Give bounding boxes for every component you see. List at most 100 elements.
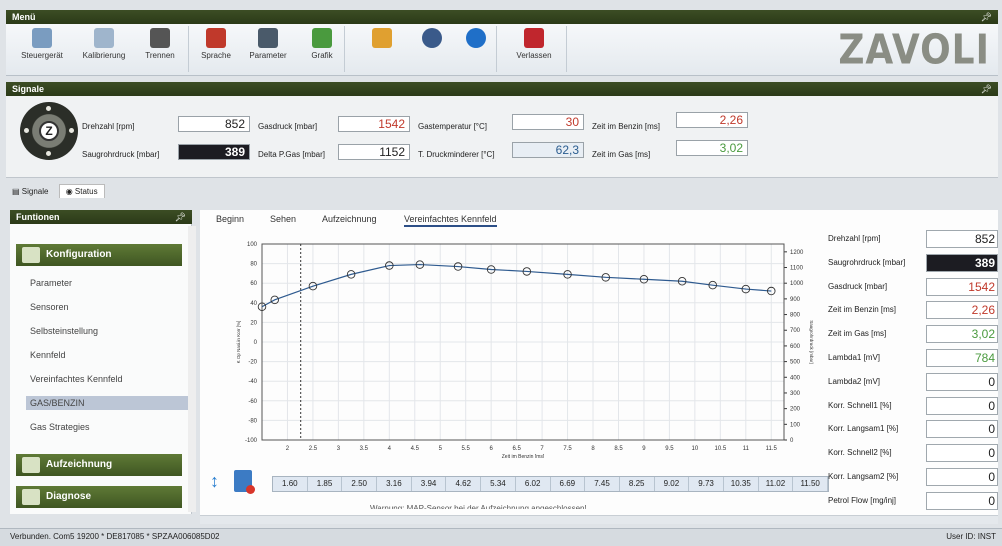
breakpoint-cell[interactable]: 8.25: [620, 477, 655, 491]
live-value-label: Zeit im Benzin [ms]: [828, 305, 897, 315]
sidebar-item-gas-benzin[interactable]: GAS/BENZIN: [26, 396, 188, 410]
ribbon-separator: [188, 26, 189, 72]
breakpoint-cell[interactable]: 1.60: [273, 477, 308, 491]
grafik-button[interactable]: Grafik: [300, 28, 344, 60]
sidebar-item-kennfeld[interactable]: Kennfeld: [30, 350, 66, 360]
ribbon-button-label: Verlassen: [516, 51, 552, 60]
pin-icon[interactable]: 📌︎: [175, 210, 186, 224]
live-value-row: Petrol Flow [mg/inj] 0: [828, 491, 998, 510]
pin-icon[interactable]: 📌︎: [981, 10, 992, 24]
breakpoint-cell[interactable]: 11.50: [793, 477, 828, 491]
live-value-label: Korr. Langsam2 [%]: [828, 472, 899, 481]
breakpoint-cell[interactable]: 11.02: [759, 477, 794, 491]
ribbon-separator: [496, 26, 497, 72]
steuergert-button[interactable]: Steuergerät: [20, 28, 64, 60]
tab-vereinfachtes-kennfeld[interactable]: Vereinfachtes Kennfeld: [404, 214, 497, 227]
tab-beginn[interactable]: Beginn: [216, 214, 244, 224]
diagnose-icon: [22, 489, 40, 505]
parameter-button[interactable]: Parameter: [246, 28, 290, 60]
group-aufzeichnung[interactable]: Aufzeichnung: [16, 454, 182, 476]
live-value-row: Lambda1 [mV] 784: [828, 349, 998, 367]
breakpoint-cell[interactable]: 9.73: [689, 477, 724, 491]
y2-tick-label: 900: [790, 297, 801, 303]
breakpoint-cell[interactable]: 10.35: [724, 477, 759, 491]
x-tick-label: 9.5: [665, 446, 674, 452]
chart-svg: 2 2.5 3 3.5 4 4.5 5 5.5 6 6.5 7 7.5 8 8.5 9 9.5 10 10.5 11…: [236, 242, 814, 460]
sidebar-item-selbsteinstellung[interactable]: Selbsteinstellung: [30, 326, 98, 336]
y2-axis-label: Saugrohrdruck [mbar]: [809, 320, 814, 364]
breakpoint-cell[interactable]: 3.94: [412, 477, 447, 491]
updown-arrows-icon[interactable]: ↕: [210, 470, 222, 492]
book-button[interactable]: [360, 28, 404, 51]
breakpoint-cell[interactable]: 7.45: [585, 477, 620, 491]
tab-sehen[interactable]: Sehen: [270, 214, 296, 224]
trennen-button[interactable]: Trennen: [138, 28, 182, 60]
y2-tick-label: 400: [790, 375, 801, 381]
sidebar-item-sensoren[interactable]: Sensoren: [30, 302, 69, 312]
tab-status[interactable]: ◉ Status: [58, 184, 105, 198]
signale-titlebar: Signale 📌︎: [6, 82, 998, 96]
info-button[interactable]: [454, 28, 498, 51]
ribbon-separator: [344, 26, 345, 72]
sidebar-scrollbar[interactable]: [188, 226, 196, 512]
pin-icon[interactable]: 📌︎: [981, 82, 992, 96]
verlassen-button[interactable]: Verlassen: [512, 28, 556, 60]
y-tick-label: 60: [250, 281, 257, 287]
breakpoint-cell[interactable]: 3.16: [377, 477, 412, 491]
live-value: 0: [926, 491, 998, 510]
group-label: Konfiguration: [46, 249, 112, 260]
main-content: 2 2.5 3 3.5 4 4.5 5 5.5 6 6.5 7 7.5 8 8.5 9 9.5 10 10.5 11…: [200, 210, 998, 515]
signal-label: T. Druckminderer [°C]: [418, 150, 495, 159]
x-tick-label: 2.5: [309, 446, 318, 452]
document-delete-icon[interactable]: [234, 470, 255, 494]
ribbon-button-label: Steuergerät: [21, 51, 63, 60]
signal-label: Delta P.Gas [mbar]: [258, 150, 325, 159]
x-tick-label: 5.5: [462, 446, 471, 452]
sidebar-item-parameter[interactable]: Parameter: [30, 278, 72, 288]
live-value: 1542: [926, 277, 998, 296]
signal-label: Zeit im Gas [ms]: [592, 150, 651, 159]
signal-value: 852: [178, 116, 250, 132]
tab-signale[interactable]: ▤ Signale: [6, 185, 54, 198]
kennfeld-chart[interactable]: 2 2.5 3 3.5 4 4.5 5 5.5 6 6.5 7 7.5 8 8.5 9 9.5 10 10.5 11…: [228, 228, 818, 460]
status-bar: Verbunden. Com5 19200 * DE817085 * SPZAA…: [0, 528, 1002, 546]
live-value: 2,26: [926, 301, 998, 320]
group-label: Aufzeichnung: [46, 459, 113, 470]
recording-icon: [22, 457, 40, 473]
kalibrierung-button[interactable]: Kalibrierung: [82, 28, 126, 60]
live-value-row: Drehzahl [rpm] 852: [828, 230, 998, 248]
tab-aufzeichnung[interactable]: Aufzeichnung: [322, 214, 377, 224]
signal-value: 1152: [338, 144, 410, 160]
x-tick-label: 4: [388, 446, 392, 452]
group-label: Diagnose: [46, 491, 92, 502]
disconnect-icon: [150, 28, 170, 48]
warning-text: Warnung: MAP-Sensor bei der Aufzeichnung…: [370, 504, 587, 509]
y-axis-label: K Op Nasi.in Korr [%]: [236, 321, 241, 364]
breakpoint-cell[interactable]: 5.34: [481, 477, 516, 491]
sidebar-item-vereinfachtes-kennfeld[interactable]: Vereinfachtes Kennfeld: [30, 374, 123, 384]
calibration-icon: [94, 28, 114, 48]
y-tick-label: 80: [250, 262, 257, 268]
breakpoint-cell[interactable]: 9.02: [655, 477, 690, 491]
user-button[interactable]: [410, 28, 454, 51]
y2-tick-label: 800: [790, 313, 801, 319]
horizontal-scrollbar[interactable]: [200, 515, 998, 524]
signal-panel: Z Drehzahl [rpm] 852 Saugrohrdruck [mbar] 3…: [6, 96, 998, 178]
y2-tick-label: 300: [790, 391, 801, 397]
live-value-row: Lambda2 [mV] 0: [828, 372, 998, 391]
info-icon: [466, 28, 486, 48]
group-diagnose[interactable]: Diagnose: [16, 486, 182, 508]
breakpoint-cell[interactable]: 4.62: [446, 477, 482, 491]
breakpoint-cell[interactable]: 6.02: [516, 477, 551, 491]
sprache-button[interactable]: Sprache: [194, 28, 238, 60]
live-value-label: Saugrohrdruck [mbar]: [828, 257, 906, 267]
zavoli-gauge-icon: Z: [20, 102, 78, 160]
live-value-row: Korr. Schnell1 [%] 0: [828, 396, 998, 415]
breakpoint-row: 1.60 1.85 2.50 3.16 3.94 4.62 5.34 6.02 6.69 7.45…: [272, 476, 829, 492]
breakpoint-cell[interactable]: 6.69: [551, 477, 586, 491]
breakpoint-cell[interactable]: 2.50: [342, 477, 378, 491]
sidebar-item-gas-strategies[interactable]: Gas Strategies: [30, 422, 90, 432]
group-konfiguration[interactable]: Konfiguration: [16, 244, 182, 266]
signale-title: Signale: [12, 84, 45, 94]
breakpoint-cell[interactable]: 1.85: [308, 477, 343, 491]
